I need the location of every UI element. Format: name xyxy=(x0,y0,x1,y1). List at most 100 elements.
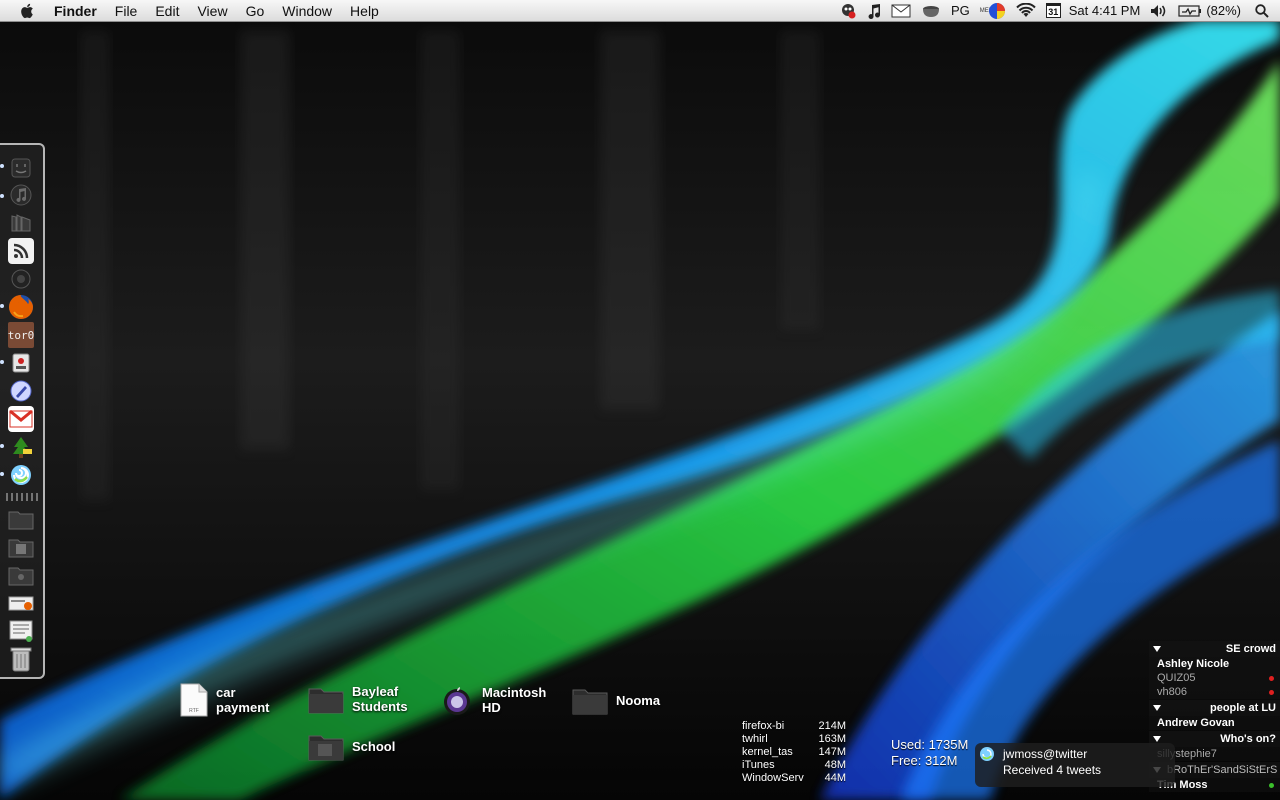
twhirl-icon xyxy=(980,747,994,761)
buddy-item[interactable]: Andrew Govan xyxy=(1149,716,1280,730)
buddy-group-name: bRoThEr'SandSiStErS xyxy=(1167,764,1278,776)
rss-feed-icon[interactable] xyxy=(8,238,34,264)
finder-stack-icon[interactable] xyxy=(8,155,34,181)
desktop-wallpaper xyxy=(0,0,1280,800)
apple-icon xyxy=(21,3,33,18)
status-dot-icon xyxy=(1269,689,1274,695)
twhirl-icon[interactable] xyxy=(8,462,34,488)
menu-edit[interactable]: Edit xyxy=(146,0,188,22)
applications-stack-icon[interactable] xyxy=(8,618,34,644)
music-note-icon xyxy=(868,3,880,19)
notification-message: Received 4 tweets xyxy=(1003,763,1102,777)
desktop-icon-school[interactable]: School xyxy=(308,731,395,761)
folder-icon xyxy=(572,689,608,715)
pictures-stack-icon[interactable] xyxy=(8,562,34,588)
desktop-icon-bayleaf-students[interactable]: Bayleaf Students xyxy=(308,684,408,714)
compose-icon[interactable] xyxy=(8,378,34,404)
menu-extra-battery[interactable]: (82%) xyxy=(1173,0,1246,22)
process-name: firefox-bi xyxy=(742,720,785,732)
menu-extra-memory[interactable]: MEM xyxy=(975,0,1011,22)
hard-drive-icon xyxy=(444,687,470,715)
growl-notification[interactable]: jwmoss@twitter Received 4 tweets xyxy=(975,743,1175,787)
dock: tor0 xyxy=(0,143,45,679)
buddy-item[interactable]: Ashley Nicole xyxy=(1149,657,1280,671)
running-indicator xyxy=(0,194,4,198)
itunes-icon[interactable] xyxy=(8,182,34,208)
calendar-icon: 31 xyxy=(1045,3,1061,18)
status-dot-icon xyxy=(1269,782,1274,788)
folder-icon xyxy=(308,735,344,761)
battery-charging-icon xyxy=(1178,4,1202,17)
process-name: WindowServ xyxy=(742,772,804,784)
mail-envelope-icon xyxy=(891,4,911,17)
spotlight-search-icon xyxy=(1255,3,1269,18)
menu-extra-calendar[interactable]: 31 xyxy=(1041,0,1064,22)
menu-clock[interactable]: Sat 4:41 PM xyxy=(1064,0,1146,22)
notification-title: jwmoss@twitter xyxy=(1003,747,1088,761)
desktop-icon-car-payment[interactable]: RTF car payment xyxy=(180,683,269,717)
tree-app-icon[interactable] xyxy=(8,434,34,460)
process-mem: 48M xyxy=(824,759,846,771)
disclosure-triangle-icon xyxy=(1153,736,1161,742)
dock-separator xyxy=(6,493,38,501)
disclosure-triangle-icon xyxy=(1153,705,1161,711)
desktop-icon-label: car payment xyxy=(216,685,270,715)
rtf-badge: RTF xyxy=(189,708,199,714)
buddy-group-name: SE crowd xyxy=(1225,643,1276,655)
gmail-icon[interactable] xyxy=(8,406,34,432)
process-mem: 44M xyxy=(824,772,846,784)
buddy-item[interactable]: vh806 xyxy=(1149,685,1280,699)
menu-window[interactable]: Window xyxy=(273,0,341,22)
buddy-name: Andrew Govan xyxy=(1157,717,1235,729)
menu-extra-caffeine[interactable] xyxy=(916,0,946,22)
trash-icon[interactable] xyxy=(8,646,34,672)
input-source-menu[interactable]: PG xyxy=(946,0,975,22)
menu-extra-volume[interactable] xyxy=(1145,0,1173,22)
folder-stack-icon[interactable] xyxy=(8,506,34,532)
folder-icon xyxy=(308,688,344,714)
apple-menu[interactable] xyxy=(0,0,54,22)
buddy-group-header[interactable]: people at LU xyxy=(1149,700,1280,716)
menu-extra-mail[interactable] xyxy=(886,0,916,22)
memory-used: Used: 1735M xyxy=(891,737,969,752)
desktop-icon-nooma[interactable]: Nooma xyxy=(572,685,660,715)
memory-pie-icon xyxy=(988,2,1005,19)
menu-go[interactable]: Go xyxy=(237,0,274,22)
process-row: iTunes 48M xyxy=(742,759,846,772)
buddy-name: Ashley Nicole xyxy=(1157,658,1230,670)
webcam-icon[interactable] xyxy=(8,266,34,292)
memory-free: Free: 312M xyxy=(891,753,958,768)
process-row: kernel_tas 147M xyxy=(742,746,846,759)
buddy-name: vh806 xyxy=(1157,686,1187,698)
menu-file[interactable]: File xyxy=(106,0,147,22)
security-app-icon[interactable] xyxy=(8,350,34,376)
process-mem: 163M xyxy=(818,733,846,745)
menu-extra-monitor[interactable] xyxy=(834,0,862,22)
tor-icon[interactable]: tor0 xyxy=(8,322,34,348)
rtf-document-icon: RTF xyxy=(180,683,208,717)
memory-summary-widget: Used: 1735M Free: 312M xyxy=(891,737,968,769)
menu-extra-music[interactable] xyxy=(862,0,886,22)
process-name: twhirl xyxy=(742,733,768,745)
buddy-item[interactable]: QUIZ05 xyxy=(1149,671,1280,685)
downloads-stack-icon[interactable] xyxy=(8,590,34,616)
documents-stack-icon[interactable] xyxy=(8,534,34,560)
buddy-group-name: Who's on? xyxy=(1220,733,1276,745)
desktop-icon-macintosh-hd[interactable]: Macintosh HD xyxy=(440,684,546,716)
menu-extra-wifi[interactable] xyxy=(1011,0,1041,22)
menu-help[interactable]: Help xyxy=(341,0,388,22)
bookshelf-icon[interactable] xyxy=(8,210,34,236)
process-name: kernel_tas xyxy=(742,746,793,758)
process-row: firefox-bi 214M xyxy=(742,720,846,733)
battery-percent: (82%) xyxy=(1206,3,1241,18)
running-indicator xyxy=(0,444,4,448)
menu-extras: PG MEM 31 Sat 4:41 PM (82%) xyxy=(834,0,1280,22)
process-row: WindowServ 44M xyxy=(742,772,846,785)
menu-view[interactable]: View xyxy=(188,0,236,22)
buddy-group-name: people at LU xyxy=(1209,702,1276,714)
firefox-icon[interactable] xyxy=(8,294,34,320)
buddy-group-header[interactable]: SE crowd xyxy=(1149,641,1280,657)
menu-finder[interactable]: Finder xyxy=(54,0,106,22)
disclosure-triangle-icon xyxy=(1153,646,1161,652)
spotlight-menu[interactable] xyxy=(1246,0,1274,22)
